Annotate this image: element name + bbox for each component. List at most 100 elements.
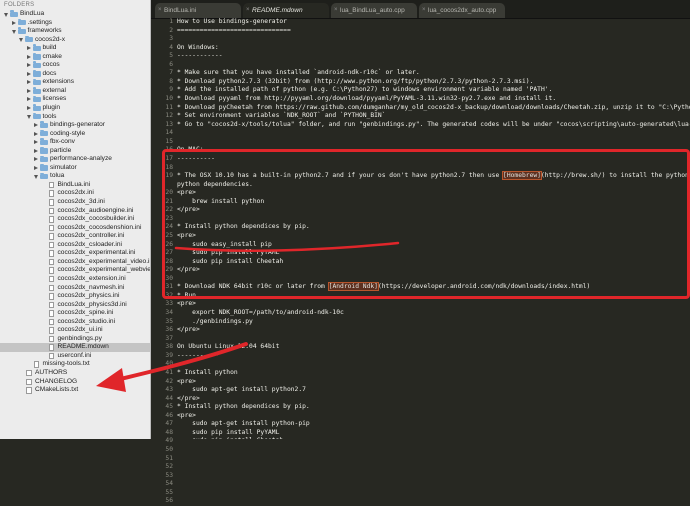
tree-folder[interactable]: docs [0,70,150,79]
tree-file[interactable]: README.mdown [0,343,150,352]
line-number: 7 [169,69,173,77]
tree-file[interactable]: BindLua.ini [0,181,150,190]
tree-file[interactable]: missing-tools.txt [0,360,150,369]
tree-folder[interactable]: particle [0,147,150,156]
tree-file[interactable]: cocos2dx_cocosdenshion.ini [0,224,150,233]
tree-file[interactable]: cocos2dx_ui.ini [0,326,150,335]
line-number: 13 [165,120,173,128]
tree-file[interactable]: cocos2dx_experimental_video.ini [0,258,150,267]
disclosure-open-icon[interactable] [26,115,31,120]
disclosure-closed-icon[interactable] [34,157,38,162]
tree-folder[interactable]: .settings [0,19,150,28]
line-number: 36 [165,326,173,334]
tree-file[interactable]: cocos2dx_experimental.ini [0,249,150,258]
tree-file[interactable]: cocos2dx_experimental_webview.ini [0,266,150,275]
close-icon[interactable]: × [422,3,426,18]
tree-folder[interactable]: tools [0,113,150,122]
tree-folder[interactable]: licenses [0,95,150,104]
tree-file[interactable]: CHANGELOG [0,378,150,387]
close-icon[interactable]: × [334,3,338,18]
tree-item-label: cocos2dx_ui.ini [57,326,103,334]
disclosure-closed-icon[interactable] [34,148,38,153]
folder-icon [40,121,48,128]
tree-folder[interactable]: external [0,87,150,96]
disclosure-closed-icon[interactable] [26,46,31,51]
tree-folder[interactable]: BindLua [0,10,150,19]
tree-file[interactable]: cocos2dx.ini [0,189,150,198]
tree-folder[interactable]: build [0,44,150,53]
tree-file[interactable]: AUTHORS [0,369,150,378]
tree-folder[interactable]: extensions [0,78,150,87]
tree-item-label: README.mdown [57,343,109,351]
disclosure-closed-icon[interactable] [26,63,31,68]
disclosure-closed-icon[interactable] [34,140,38,145]
tree-folder[interactable]: coding-style [0,130,150,139]
tree-file[interactable]: cocos2dx_csloader.ini [0,241,150,250]
tree-folder[interactable]: bindings-generator [0,121,150,130]
line-number: 25 [165,232,173,239]
close-icon[interactable]: × [158,3,162,18]
code-text: * The OSX 10.10 has a built-in python2.7… [177,172,504,180]
tab-bindlua-ini[interactable]: × BindLua.ini [155,3,241,18]
folder-icon [40,129,48,137]
tree-file[interactable]: cocos2dx_controller.ini [0,232,150,241]
tree-file[interactable]: cocos2dx_studio.ini [0,318,150,327]
tree-folder[interactable]: cocos [0,61,150,70]
close-icon[interactable]: × [246,3,250,18]
tree-folder[interactable]: frameworks [0,27,150,36]
disclosure-closed-icon[interactable] [34,165,38,170]
line-number: 10 [165,95,173,103]
disclosure-closed-icon[interactable] [26,54,31,59]
code-line: </pre> [177,266,200,274]
disclosure-open-icon[interactable] [19,38,23,43]
line-number: 45 [165,403,173,411]
tree-file[interactable]: cocos2dx_3d.ini [0,198,150,207]
tree-folder[interactable]: simulator [0,164,150,173]
line-number: 17 [165,154,173,162]
tree-file[interactable]: cocos2dx_physics3d.ini [0,301,150,310]
disclosure-closed-icon[interactable] [26,106,31,111]
line-number: 53 [165,471,173,479]
code-line: * Add the installed path of python (e.g.… [177,86,553,94]
tree-file[interactable]: genbindings.py [0,335,150,344]
tree-folder[interactable]: performance-analyze [0,155,150,164]
disclosure-closed-icon[interactable] [26,88,31,93]
tab-label: lua_BindLua_auto.cpp [340,7,405,14]
tree-item-label: CHANGELOG [35,377,78,385]
tree-folder[interactable]: cmake [0,53,150,62]
tab-lua-cocos2dx-auto-cpp[interactable]: × lua_cocos2dx_auto.cpp [419,3,505,18]
tree-item-label: cocos2dx_experimental.ini [57,249,136,257]
disclosure-open-icon[interactable] [4,12,8,17]
disclosure-closed-icon[interactable] [26,80,31,85]
tree-folder[interactable]: plugin [0,104,150,113]
tree-file[interactable]: userconf.ini [0,352,150,361]
tree-file[interactable]: CMakeLists.txt [0,386,150,395]
disclosure-open-icon[interactable] [11,29,16,34]
tree-file[interactable]: cocos2dx_physics.ini [0,292,150,301]
file-icon [48,335,54,343]
code-view[interactable]: How to Use bindings-generator ===========… [175,18,690,439]
disclosure-closed-icon[interactable] [34,131,38,136]
folder-icon [10,10,18,17]
tree-folder[interactable]: fbx-conv [0,138,150,147]
tree-file[interactable]: cocos2dx_spine.ini [0,309,150,318]
tree-item-label: cocos [42,61,60,69]
tree-file[interactable]: cocos2dx_navmesh.ini [0,284,150,293]
tree-file[interactable]: cocos2dx_extension.ini [0,275,150,284]
tab-lua-bindlua-auto-cpp[interactable]: × lua_BindLua_auto.cpp [331,3,417,18]
disclosure-closed-icon[interactable] [26,71,31,76]
code-line: python dependencies. [177,180,253,188]
disclosure-open-icon[interactable] [34,174,38,179]
file-icon [26,369,32,377]
disclosure-closed-icon[interactable] [11,20,16,25]
code-line: * Install python dependices by pip. [177,403,310,411]
disclosure-closed-icon[interactable] [26,97,31,102]
tree-folder[interactable]: tolua [0,172,150,181]
disclosure-closed-icon[interactable] [34,123,38,128]
tree-file[interactable]: cocos2dx_cocosbuilder.ini [0,215,150,224]
tab-readme-mdown[interactable]: × README.mdown [243,3,329,18]
file-icon [26,378,32,386]
tree-folder[interactable]: cocos2d-x [0,36,150,45]
tree-item-label: genbindings.py [57,334,102,342]
tree-file[interactable]: cocos2dx_audioengine.ini [0,207,150,216]
